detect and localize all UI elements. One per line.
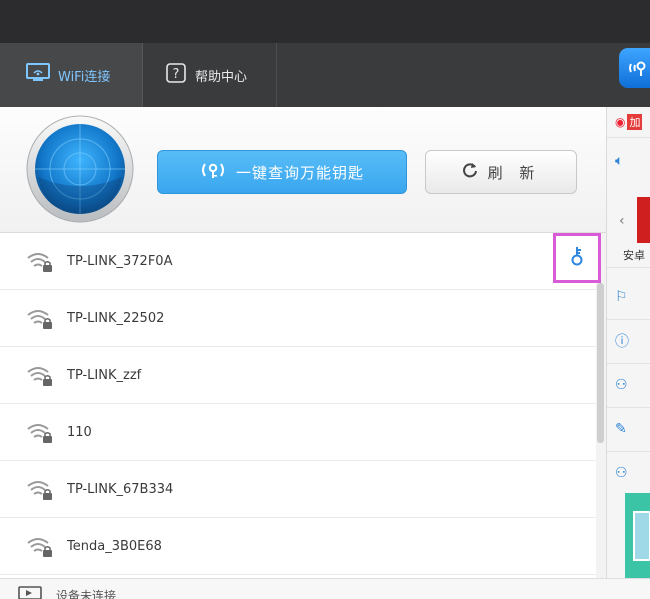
network-name: 110 — [67, 424, 92, 440]
divider — [607, 137, 650, 138]
tab-divider — [142, 43, 143, 107]
wifi-lock-icon — [26, 421, 54, 445]
key-signal-icon — [200, 159, 226, 185]
divider — [607, 451, 650, 452]
key-icon — [570, 245, 584, 271]
tab-help-center[interactable]: ? 帮助中心 — [166, 43, 247, 107]
user-icon[interactable]: ⚇ — [615, 365, 650, 405]
tab-divider — [276, 43, 277, 107]
app-logo-icon[interactable] — [619, 48, 650, 88]
status-label: 设备未连接 — [56, 589, 117, 599]
divider — [607, 319, 650, 320]
tab-wifi-connect-label: WiFi连接 — [58, 69, 111, 85]
network-row[interactable]: TP-LINK_zzf — [0, 347, 596, 404]
network-name: TP-LINK_372F0A — [67, 253, 173, 269]
find-key-button[interactable]: 一键查询万能钥匙 — [157, 150, 407, 194]
chevron-left-icon[interactable]: ‹ — [619, 213, 625, 229]
wifi-lock-icon — [26, 307, 54, 331]
device-icon — [18, 585, 42, 599]
network-row[interactable]: 110 — [0, 404, 596, 461]
side-badge[interactable]: ◉ 加 — [615, 113, 650, 131]
network-row[interactable]: TP-LINK_22502 — [0, 290, 596, 347]
wifi-lock-icon — [26, 535, 54, 559]
refresh-button[interactable]: 刷 新 — [425, 150, 577, 194]
divider — [607, 407, 650, 408]
network-list: TP-LINK_372F0A TP-LINK_22502 TP-LINK_zzf… — [0, 233, 606, 578]
radar-scan-icon — [26, 115, 134, 223]
tab-help-center-label: 帮助中心 — [195, 69, 248, 85]
promo-banner[interactable] — [637, 197, 650, 243]
wifi-lock-icon — [26, 250, 54, 274]
svg-text:?: ? — [173, 67, 180, 82]
scrollbar-thumb[interactable] — [597, 283, 604, 443]
flag-icon[interactable]: ⚐ — [615, 277, 650, 317]
refresh-icon — [462, 162, 478, 182]
scan-header: 一键查询万能钥匙 刷 新 — [0, 107, 606, 233]
network-name: TP-LINK_zzf — [67, 367, 142, 383]
promo-label: 安卓 — [623, 249, 645, 262]
find-key-label: 一键查询万能钥匙 — [235, 163, 364, 182]
user-v-icon[interactable]: ⚇ — [615, 453, 650, 493]
wifi-lock-icon — [26, 364, 54, 388]
network-row[interactable]: TP-LINK_67B334 — [0, 461, 596, 518]
network-name: TP-LINK_22502 — [67, 310, 165, 326]
thumbnail-screen — [633, 511, 650, 561]
network-name: Tenda_3B0E68 — [67, 538, 162, 554]
title-bar — [0, 0, 650, 43]
divider — [607, 267, 650, 268]
tab-wifi-connect[interactable]: WiFi连接 — [0, 43, 142, 107]
edit-icon[interactable]: ✎ — [615, 409, 650, 449]
status-bar: 设备未连接 — [0, 578, 650, 599]
monitor-wifi-icon — [26, 63, 50, 87]
help-icon: ? — [166, 63, 186, 87]
divider — [607, 363, 650, 364]
wifi-lock-icon — [26, 478, 54, 502]
main-tab-bar: WiFi连接 ? 帮助中心 — [0, 43, 650, 107]
eye-icon: ◉ — [615, 115, 626, 129]
refresh-label: 刷 新 — [487, 163, 541, 182]
volume-icon[interactable]: 🔈︎ — [615, 141, 650, 181]
info-icon[interactable]: ⓘ — [615, 321, 650, 361]
network-name: TP-LINK_67B334 — [67, 481, 174, 497]
network-row[interactable]: Tenda_3B0E68 — [0, 518, 596, 575]
key-connect-button[interactable] — [553, 233, 601, 283]
side-panel: ◉ 加 🔈︎ ‹ 安卓 ⚐ ⓘ ⚇ ✎ ⚇ — [606, 107, 650, 578]
network-row[interactable]: TP-LINK_372F0A — [0, 233, 596, 290]
